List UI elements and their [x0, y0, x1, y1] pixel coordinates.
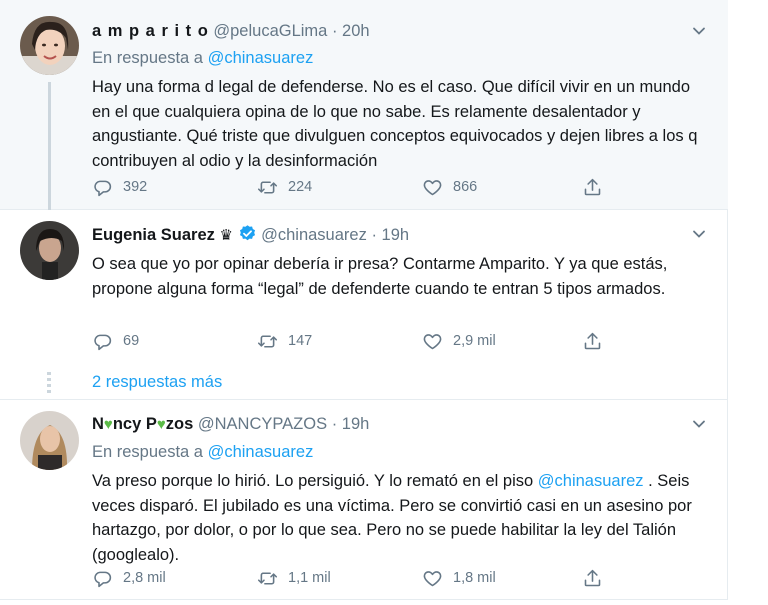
more-replies-link[interactable]: 2 respuestas más — [92, 373, 222, 392]
more-replies-row: 2 respuestas más — [0, 368, 728, 400]
separator: · — [371, 226, 377, 244]
author-name[interactable]: Eugenia Suarez — [92, 226, 215, 244]
like-button[interactable]: 1,8 mil — [422, 567, 496, 589]
retweet-count: 147 — [288, 333, 313, 349]
reply-context: En respuesta a @chinasuarez — [92, 48, 704, 68]
reply-count: 2,8 mil — [123, 570, 166, 586]
heart-icon — [423, 333, 442, 349]
avatar[interactable] — [20, 221, 79, 280]
tweet[interactable]: Eugenia Suarez ♛ @chinasuarez · 19h O se… — [0, 210, 728, 368]
author-handle[interactable]: @chinasuarez — [261, 226, 367, 244]
reply-count: 392 — [123, 179, 148, 195]
reply-button[interactable]: 69 — [92, 330, 139, 352]
avatar[interactable] — [20, 411, 79, 470]
share-button[interactable] — [582, 330, 603, 352]
tweet-actions: 392 224 866 — [92, 176, 612, 198]
reply-to-mention[interactable]: @chinasuarez — [208, 49, 314, 67]
author-name-part[interactable]: N — [92, 415, 104, 433]
chevron-down-icon[interactable] — [692, 227, 706, 241]
retweet-icon — [257, 334, 278, 348]
author-name[interactable]: a m p a r i t o — [92, 22, 209, 40]
reply-to-mention[interactable]: @chinasuarez — [208, 443, 314, 461]
green-heart-emoji: ♥ — [156, 416, 166, 433]
author-handle[interactable]: @pelucaGLima — [213, 22, 327, 40]
heart-icon — [423, 570, 442, 586]
green-heart-emoji: ♥ — [103, 416, 113, 433]
tweet-text: Hay una forma d legal de defenderse. No … — [92, 78, 698, 170]
reply-icon — [94, 180, 112, 196]
author-name-part[interactable]: ncy P — [113, 415, 157, 433]
reply-button[interactable]: 392 — [92, 176, 147, 198]
like-count: 2,9 mil — [453, 333, 496, 349]
right-column-edge — [729, 0, 768, 605]
retweet-count: 224 — [288, 179, 313, 195]
timestamp[interactable]: 20h — [342, 22, 370, 40]
separator: · — [331, 22, 338, 40]
conversation-timeline: a m p a r i t o @pelucaGLima · 20h En re… — [0, 0, 728, 600]
reply-context: En respuesta a @chinasuarez — [92, 442, 704, 462]
chevron-down-icon[interactable] — [692, 417, 706, 431]
reply-icon — [94, 571, 112, 587]
separator: · — [331, 415, 338, 433]
reply-prefix: En respuesta a — [92, 49, 203, 67]
retweet-button[interactable]: 147 — [257, 330, 312, 352]
like-count: 1,8 mil — [453, 570, 496, 586]
reply-prefix: En respuesta a — [92, 443, 203, 461]
thread-dots — [47, 372, 51, 394]
tweet[interactable]: N♥ncy P♥zos @NANCYPAZOS · 19h En respues… — [0, 400, 728, 600]
share-button[interactable] — [582, 176, 603, 198]
share-icon — [584, 332, 601, 349]
reply-button[interactable]: 2,8 mil — [92, 567, 166, 589]
thread-line — [48, 82, 51, 210]
like-button[interactable]: 2,9 mil — [422, 330, 496, 352]
share-icon — [584, 178, 601, 195]
chevron-down-icon[interactable] — [692, 24, 706, 38]
like-button[interactable]: 866 — [422, 176, 477, 198]
tweet-actions: 69 147 2,9 mil — [92, 330, 612, 352]
retweet-button[interactable]: 224 — [257, 176, 312, 198]
author-handle[interactable]: @NANCYPAZOS — [198, 415, 327, 433]
verified-badge-icon — [239, 225, 255, 241]
retweet-icon — [257, 180, 278, 194]
timestamp[interactable]: 19h — [382, 226, 410, 244]
share-button[interactable] — [582, 567, 603, 589]
avatar[interactable] — [20, 16, 79, 75]
like-count: 866 — [453, 179, 478, 195]
timestamp[interactable]: 19h — [342, 415, 370, 433]
heart-icon — [423, 179, 442, 195]
retweet-count: 1,1 mil — [288, 570, 331, 586]
tweet[interactable]: a m p a r i t o @pelucaGLima · 20h En re… — [0, 0, 728, 210]
tweet-actions: 2,8 mil 1,1 mil 1,8 mil — [92, 567, 612, 589]
author-name-part[interactable]: zos — [166, 415, 194, 433]
reply-icon — [94, 334, 112, 350]
tweet-text: O sea que yo por opinar debería ir presa… — [92, 255, 668, 298]
tweet-text-part: Va preso porque lo hirió. Lo persiguió. … — [92, 472, 538, 490]
mention-link[interactable]: @chinasuarez — [538, 472, 644, 490]
retweet-icon — [257, 571, 278, 585]
reply-count: 69 — [123, 333, 140, 349]
retweet-button[interactable]: 1,1 mil — [257, 567, 331, 589]
share-icon — [584, 569, 601, 586]
crown-emoji: ♛ — [219, 227, 233, 244]
tweet-text: Va preso porque lo hirió. Lo persiguió. … — [92, 469, 704, 567]
